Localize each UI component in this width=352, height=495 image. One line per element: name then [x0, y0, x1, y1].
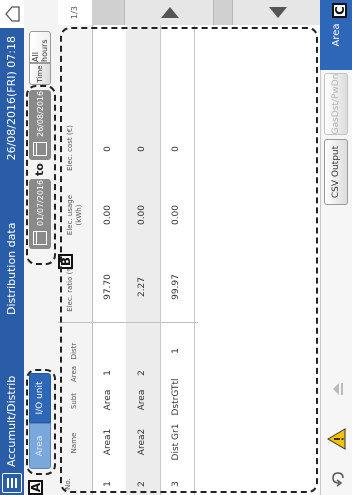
warning-icon[interactable]: [325, 427, 349, 451]
datetime-display: 26/08/2016(FRI) 07:18: [5, 36, 18, 161]
scroll-down-button[interactable]: [232, 0, 322, 25]
callout-c-tag: C: [332, 3, 347, 18]
csv-output-button[interactable]: CSV Output: [324, 139, 348, 205]
eject-icon[interactable]: [327, 375, 347, 403]
page-indicator: 1/3: [70, 6, 79, 19]
callout-a-tag: A: [28, 480, 43, 495]
scroll-up-button[interactable]: [124, 0, 214, 25]
back-icon[interactable]: [325, 467, 349, 491]
screen: Accumult/Distrib Distribution data 26/08…: [0, 0, 352, 495]
callout-b-outline: [26, 85, 56, 265]
menu-icon[interactable]: [2, 473, 22, 493]
time-button[interactable]: Time: [29, 63, 51, 85]
home-icon[interactable]: [0, 0, 24, 28]
page-title: Distribution data: [5, 222, 18, 315]
callout-a-outline: [26, 369, 56, 475]
title-bar: Accumult/Distrib Distribution data 26/08…: [0, 0, 24, 495]
app-title: Accumult/Distrib: [5, 375, 18, 467]
gas-dist-power-down-button[interactable]: GasDst/PwDn: [324, 73, 348, 135]
scroll-column: [92, 0, 352, 25]
all-hours-button[interactable]: All hours: [29, 31, 51, 63]
callout-table-outline: [60, 27, 318, 493]
